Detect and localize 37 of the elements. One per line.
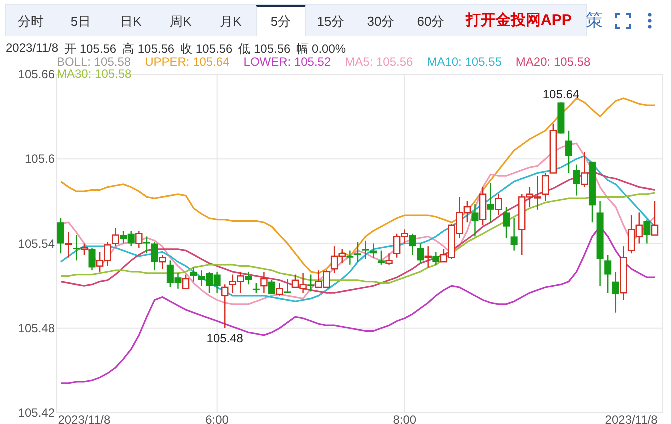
legend-item: BOLL: 105.58 [57,56,132,68]
period-tab[interactable]: 月K [206,5,256,36]
app-link[interactable]: 打开金投网APP [466,11,572,30]
x-axis-label: 6:00 [206,413,229,424]
quote-field: 低 105.56 [238,41,291,55]
x-axis-label: 8:00 [393,413,417,424]
legend-item: LOWER: 105.52 [244,56,332,68]
y-axis-label: 105.42 [18,406,55,420]
quote-field: 幅 0.00% [296,41,346,55]
y-axis-label: 105.54 [18,236,55,251]
period-tab[interactable]: 5日 [56,5,106,36]
quote-field: 开 105.56 [64,41,117,55]
strategy-button[interactable]: 策 [586,9,603,32]
quote-field: 高 105.56 [122,41,175,55]
period-tab[interactable]: 30分 [356,5,406,36]
legend-item: UPPER: 105.64 [145,56,230,68]
more-icon[interactable] [646,12,653,30]
price-annotation: 105.64 [542,88,580,102]
legend-item: MA5: 105.56 [345,56,414,68]
period-tab[interactable]: 分时 [6,5,56,36]
period-tab[interactable]: 15分 [306,5,356,36]
price-annotation: 105.48 [206,331,244,346]
y-axis-label: 105.66 [18,68,55,82]
y-axis-label: 105.48 [18,321,55,336]
y-axis-label: 105.6 [24,152,55,166]
legend-item: MA20: 105.58 [516,56,591,68]
period-tab[interactable]: 5分 [256,5,306,36]
quote-field: 收 105.56 [180,41,233,55]
x-axis-label: 2023/11/8 [58,413,111,424]
period-tab[interactable]: 日K [106,5,156,36]
period-tab[interactable]: 60分 [406,5,456,36]
legend-item: MA30: 105.58 [57,68,132,80]
legend-item: MA10: 105.55 [427,56,502,68]
period-tab[interactable]: 周K [156,5,206,36]
x-axis-label: 2023/11/8 [605,413,658,424]
fullscreen-icon[interactable] [614,12,631,28]
quote-date: 2023/11/8 [6,41,58,55]
